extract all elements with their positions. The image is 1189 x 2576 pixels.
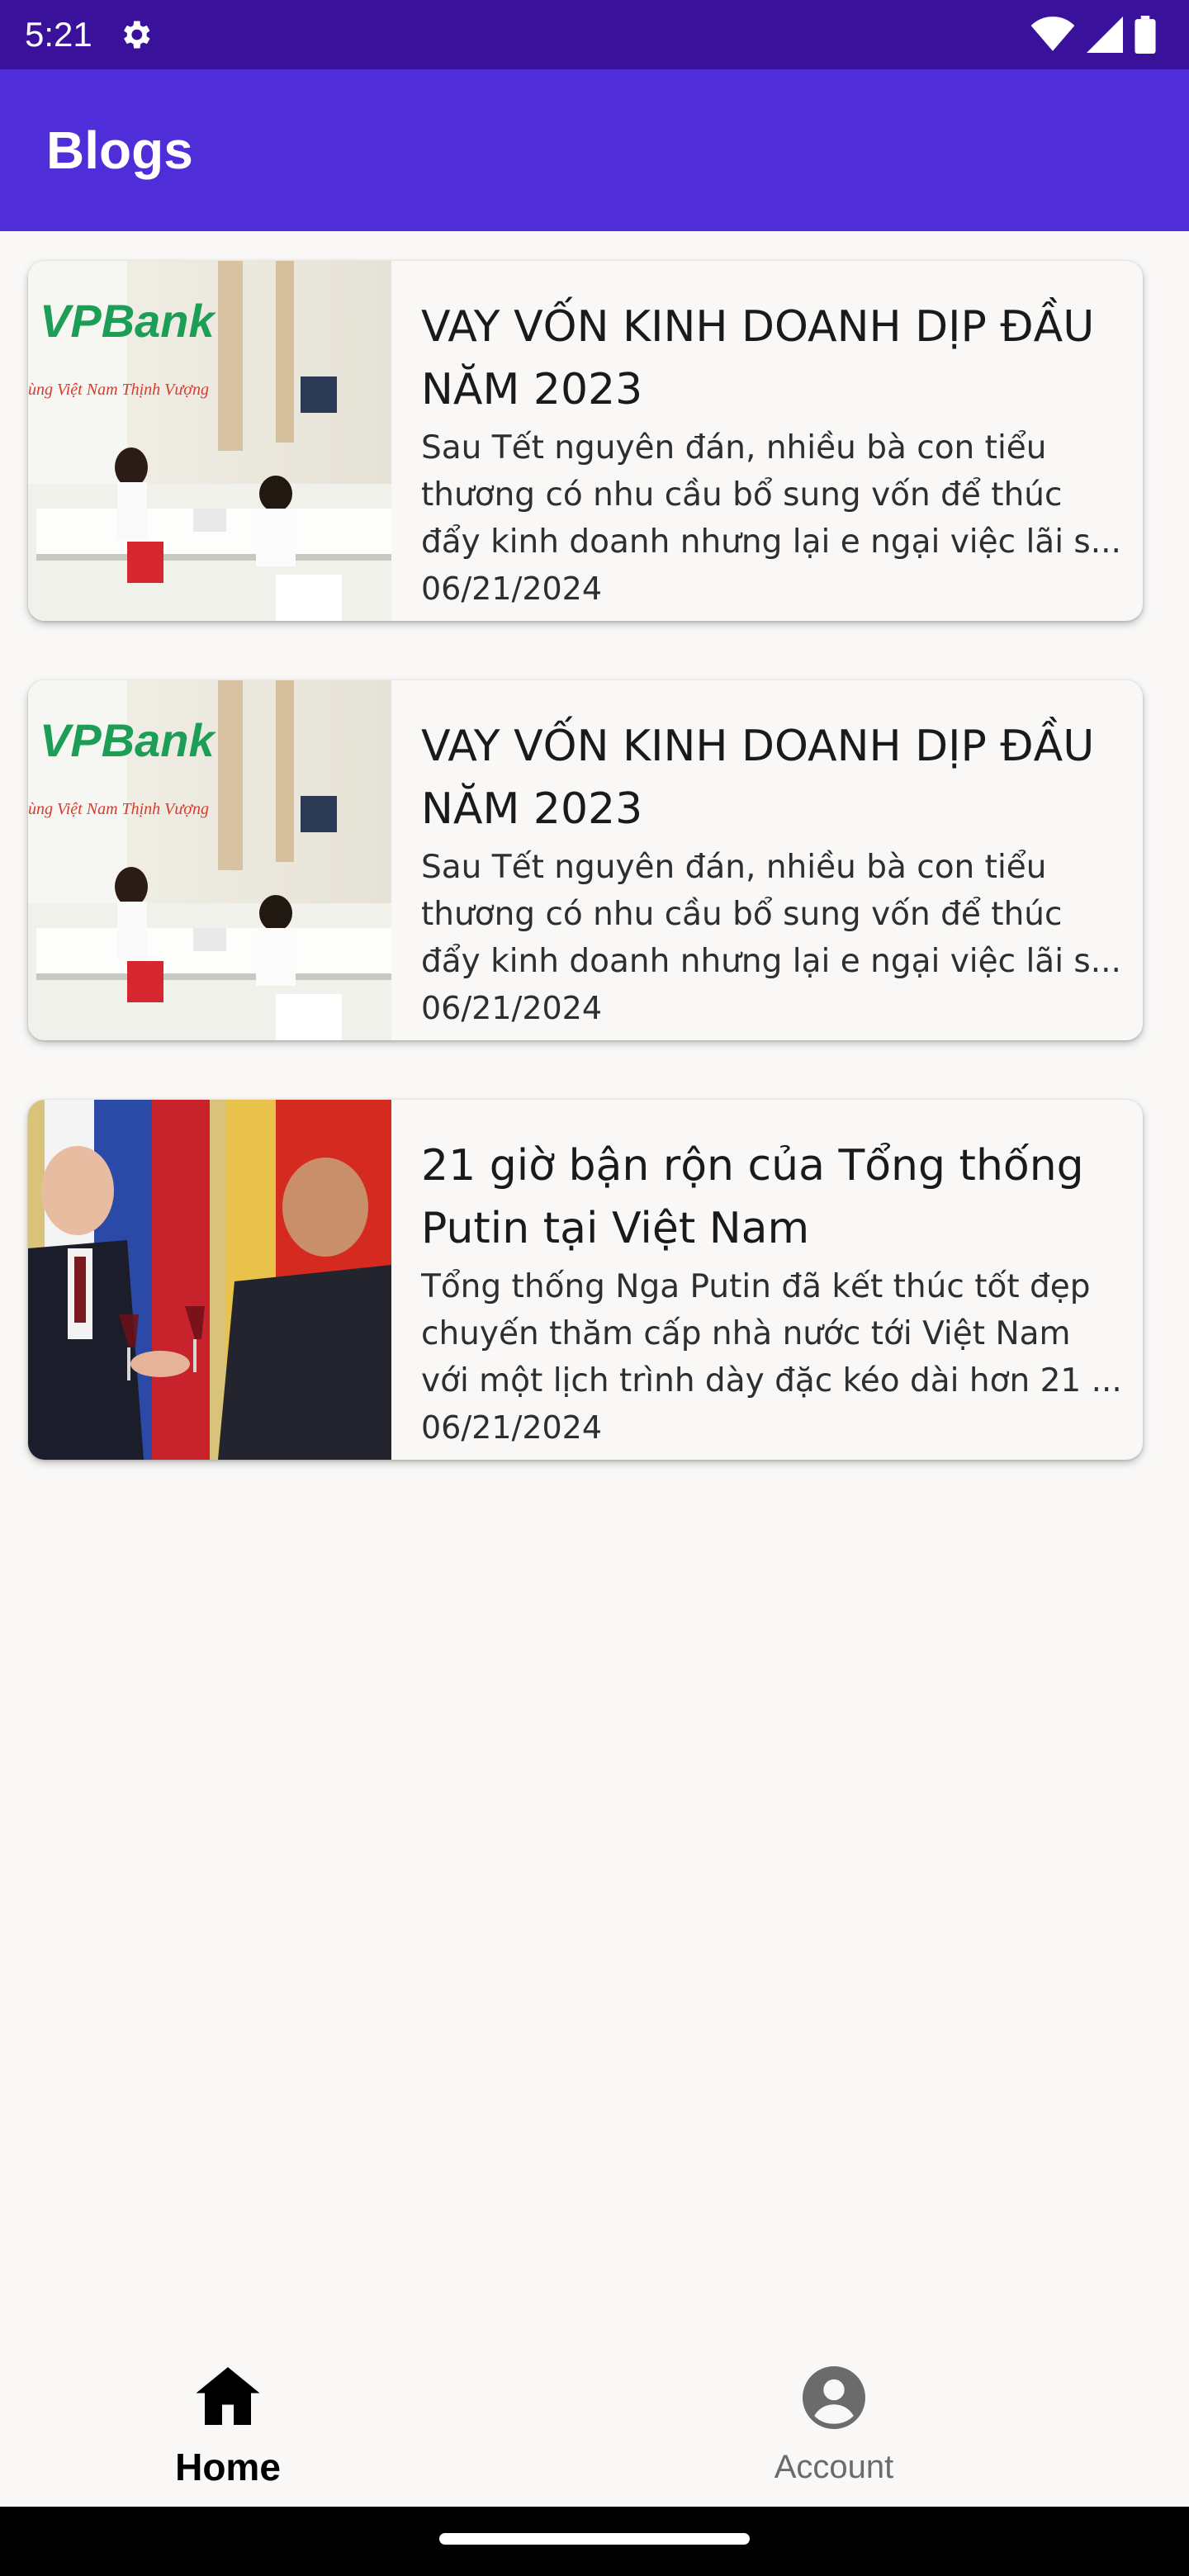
- blog-title: 21 giờ bận rộn của Tổng thống Putin tại …: [421, 1141, 1084, 1253]
- blog-description: Sau Tết nguyên đán, nhiều bà con tiểu th…: [421, 849, 1121, 980]
- blog-title: VAY VỐN KINH DOANH DỊP ĐẦU NĂM 2023: [421, 302, 1095, 414]
- blog-card[interactable]: 21 giờ bận rộn của Tổng thống Putin tại …: [28, 1100, 1143, 1460]
- app-bar: Blogs: [0, 69, 1189, 231]
- blog-title: VAY VỐN KINH DOANH DỊP ĐẦU NĂM 2023: [421, 722, 1095, 834]
- blog-card[interactable]: VPBank ùng Việt Nam Thịnh Vượng VAY VỐN …: [28, 680, 1143, 1040]
- battery-icon: [1135, 16, 1156, 54]
- blog-thumbnail: [28, 1100, 391, 1460]
- home-icon: [196, 2367, 260, 2425]
- page-title: Blogs: [46, 121, 193, 180]
- vpbank-logo-text: VPBank: [40, 295, 216, 347]
- gesture-handle[interactable]: [439, 2533, 750, 2545]
- nav-account-label: Account: [774, 2449, 894, 2485]
- account-icon: [803, 2366, 865, 2429]
- bottom-navigation: Home Account: [0, 2312, 1189, 2507]
- blog-date: 06/21/2024: [421, 571, 603, 607]
- blog-date: 06/21/2024: [421, 990, 603, 1026]
- status-bar: 5:21: [0, 0, 1189, 69]
- nav-home-label: Home: [175, 2446, 281, 2488]
- blog-thumbnail: VPBank ùng Việt Nam Thịnh Vượng: [28, 261, 391, 621]
- vpbank-slogan-text: ùng Việt Nam Thịnh Vượng: [28, 800, 209, 818]
- status-time: 5:21: [25, 15, 92, 54]
- signal-icon: [1087, 17, 1123, 53]
- gesture-navigation-bar: [0, 2507, 1189, 2576]
- gear-icon: [124, 21, 150, 49]
- vpbank-logo-text: VPBank: [40, 714, 216, 766]
- blog-thumbnail: VPBank ùng Việt Nam Thịnh Vượng: [28, 680, 391, 1040]
- vpbank-slogan-text: ùng Việt Nam Thịnh Vượng: [28, 381, 209, 399]
- blog-description: Tổng thống Nga Putin đã kết thúc tốt đẹp…: [421, 1268, 1122, 1399]
- blog-card[interactable]: VPBank ùng Việt Nam Thịnh Vượng VAY VỐN …: [28, 261, 1143, 621]
- blog-date: 06/21/2024: [421, 1409, 603, 1446]
- blog-description: Sau Tết nguyên đán, nhiều bà con tiểu th…: [421, 429, 1121, 561]
- wifi-icon: [1030, 17, 1075, 51]
- nav-account[interactable]: Account: [545, 2312, 1139, 2507]
